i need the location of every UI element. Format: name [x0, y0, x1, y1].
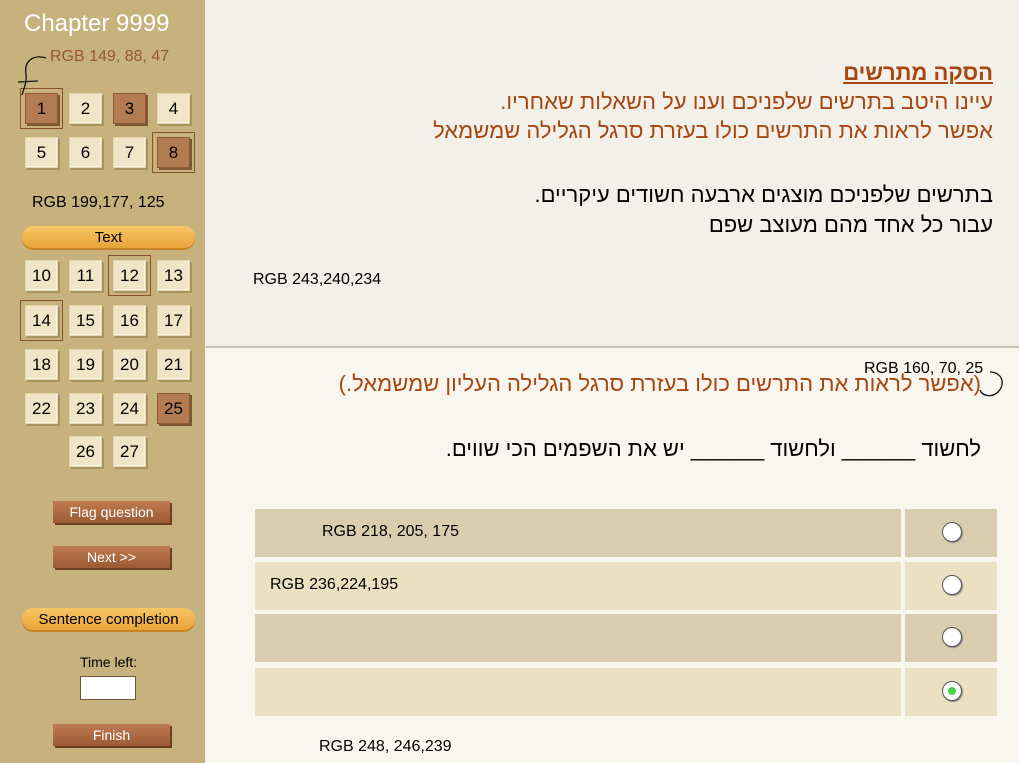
radio-button[interactable]	[942, 627, 962, 647]
passage-paragraph-1: בתרשים שלפניכם מוצגים ארבעה חשודים עיקרי…	[534, 182, 993, 207]
answer-radio-cell	[905, 668, 997, 716]
color-note-mid: RGB 199,177, 125	[32, 194, 165, 211]
question-nav-button[interactable]: 25	[157, 393, 190, 424]
finish-button[interactable]: Finish	[53, 724, 170, 746]
sidebar: Chapter 9999 RGB 149, 88, 47 12345678 RG…	[0, 0, 205, 763]
question-scroll-note: (אפשר לראות את התרשים כולו בעזרת סרגל הג…	[338, 371, 981, 396]
question-nav-button[interactable]: 19	[69, 349, 102, 380]
radio-button[interactable]	[942, 522, 962, 542]
answer-option-cell: RGB 236,224,195	[255, 562, 901, 610]
passage-heading: הסקה מתרשים	[843, 60, 993, 85]
answer-option-label: RGB 218, 205, 175	[322, 523, 459, 540]
answer-option-row[interactable]: RGB 236,224,195	[255, 562, 997, 610]
color-note-top: RGB 149, 88, 47	[50, 48, 170, 65]
question-nav-button[interactable]: 15	[69, 305, 102, 336]
question-nav-button[interactable]: 16	[113, 305, 146, 336]
answer-option-cell	[255, 668, 901, 716]
question-nav-button[interactable]: 5	[25, 137, 58, 168]
question-nav-button[interactable]: 3	[113, 93, 146, 124]
answer-option-row[interactable]	[255, 614, 997, 662]
answer-radio-cell	[905, 562, 997, 610]
bottom-color-note: RGB 248, 246,239	[319, 738, 452, 755]
answer-radio-cell	[905, 509, 997, 557]
radio-button-selected[interactable]	[942, 681, 962, 701]
question-nav-button[interactable]: 20	[113, 349, 146, 380]
answer-radio-cell	[905, 614, 997, 662]
flag-question-button[interactable]: Flag question	[53, 501, 170, 523]
answer-option-row[interactable]: RGB 218, 205, 175	[255, 509, 997, 557]
answer-option-label: RGB 236,224,195	[270, 576, 399, 593]
question-nav-button[interactable]: 2	[69, 93, 102, 124]
question-nav-button[interactable]: 26	[69, 436, 102, 467]
question-nav-button[interactable]: 27	[113, 436, 146, 467]
instruction-line-2: אפשר לראות את התרשים כולו בעזרת סרגל הגל…	[433, 118, 993, 143]
question-nav-button[interactable]: 17	[157, 305, 190, 336]
question-nav-button[interactable]: 11	[69, 260, 102, 291]
question-nav-button[interactable]: 24	[113, 393, 146, 424]
question-nav-button[interactable]: 8	[152, 132, 195, 173]
top-color-note: RGB 243,240,234	[253, 271, 382, 288]
question-nav-button[interactable]: 6	[69, 137, 102, 168]
question-nav-button[interactable]: 21	[157, 349, 190, 380]
chapter-title: Chapter 9999	[24, 10, 170, 37]
question-nav-button[interactable]: 18	[25, 349, 58, 380]
question-text: לחשוד ______ ולחשוד ______ יש את השפמים …	[445, 436, 981, 461]
section-sentence-completion-label: Sentence completion	[22, 608, 195, 630]
question-nav-button[interactable]: 23	[69, 393, 102, 424]
radio-selected-dot-icon	[948, 687, 956, 695]
time-left-label: Time left:	[80, 654, 138, 670]
question-nav-button[interactable]: 10	[25, 260, 58, 291]
question-nav-button[interactable]: 22	[25, 393, 58, 424]
instruction-line-1: עיינו היטב בתרשים שלפניכם וענו על השאלות…	[500, 89, 993, 114]
passage-panel: הסקה מתרשים עיינו היטב בתרשים שלפניכם וע…	[205, 0, 1019, 348]
question-nav-button[interactable]: 4	[157, 93, 190, 124]
section-text-label: Text	[22, 226, 195, 248]
question-nav-button[interactable]: 1	[20, 88, 63, 129]
answer-option-row[interactable]	[255, 668, 997, 716]
next-button[interactable]: Next >>	[53, 546, 170, 568]
passage-paragraph-2: עבור כל אחד מהם מעוצב שפם	[708, 212, 993, 237]
question-nav-button[interactable]: 14	[20, 300, 63, 341]
question-nav-button[interactable]: 13	[157, 260, 190, 291]
question-nav-button[interactable]: 12	[108, 255, 151, 296]
radio-button[interactable]	[942, 575, 962, 595]
time-left-field	[80, 676, 136, 700]
question-nav-button[interactable]: 7	[113, 137, 146, 168]
answer-option-cell	[255, 614, 901, 662]
answer-option-cell: RGB 218, 205, 175	[255, 509, 901, 557]
